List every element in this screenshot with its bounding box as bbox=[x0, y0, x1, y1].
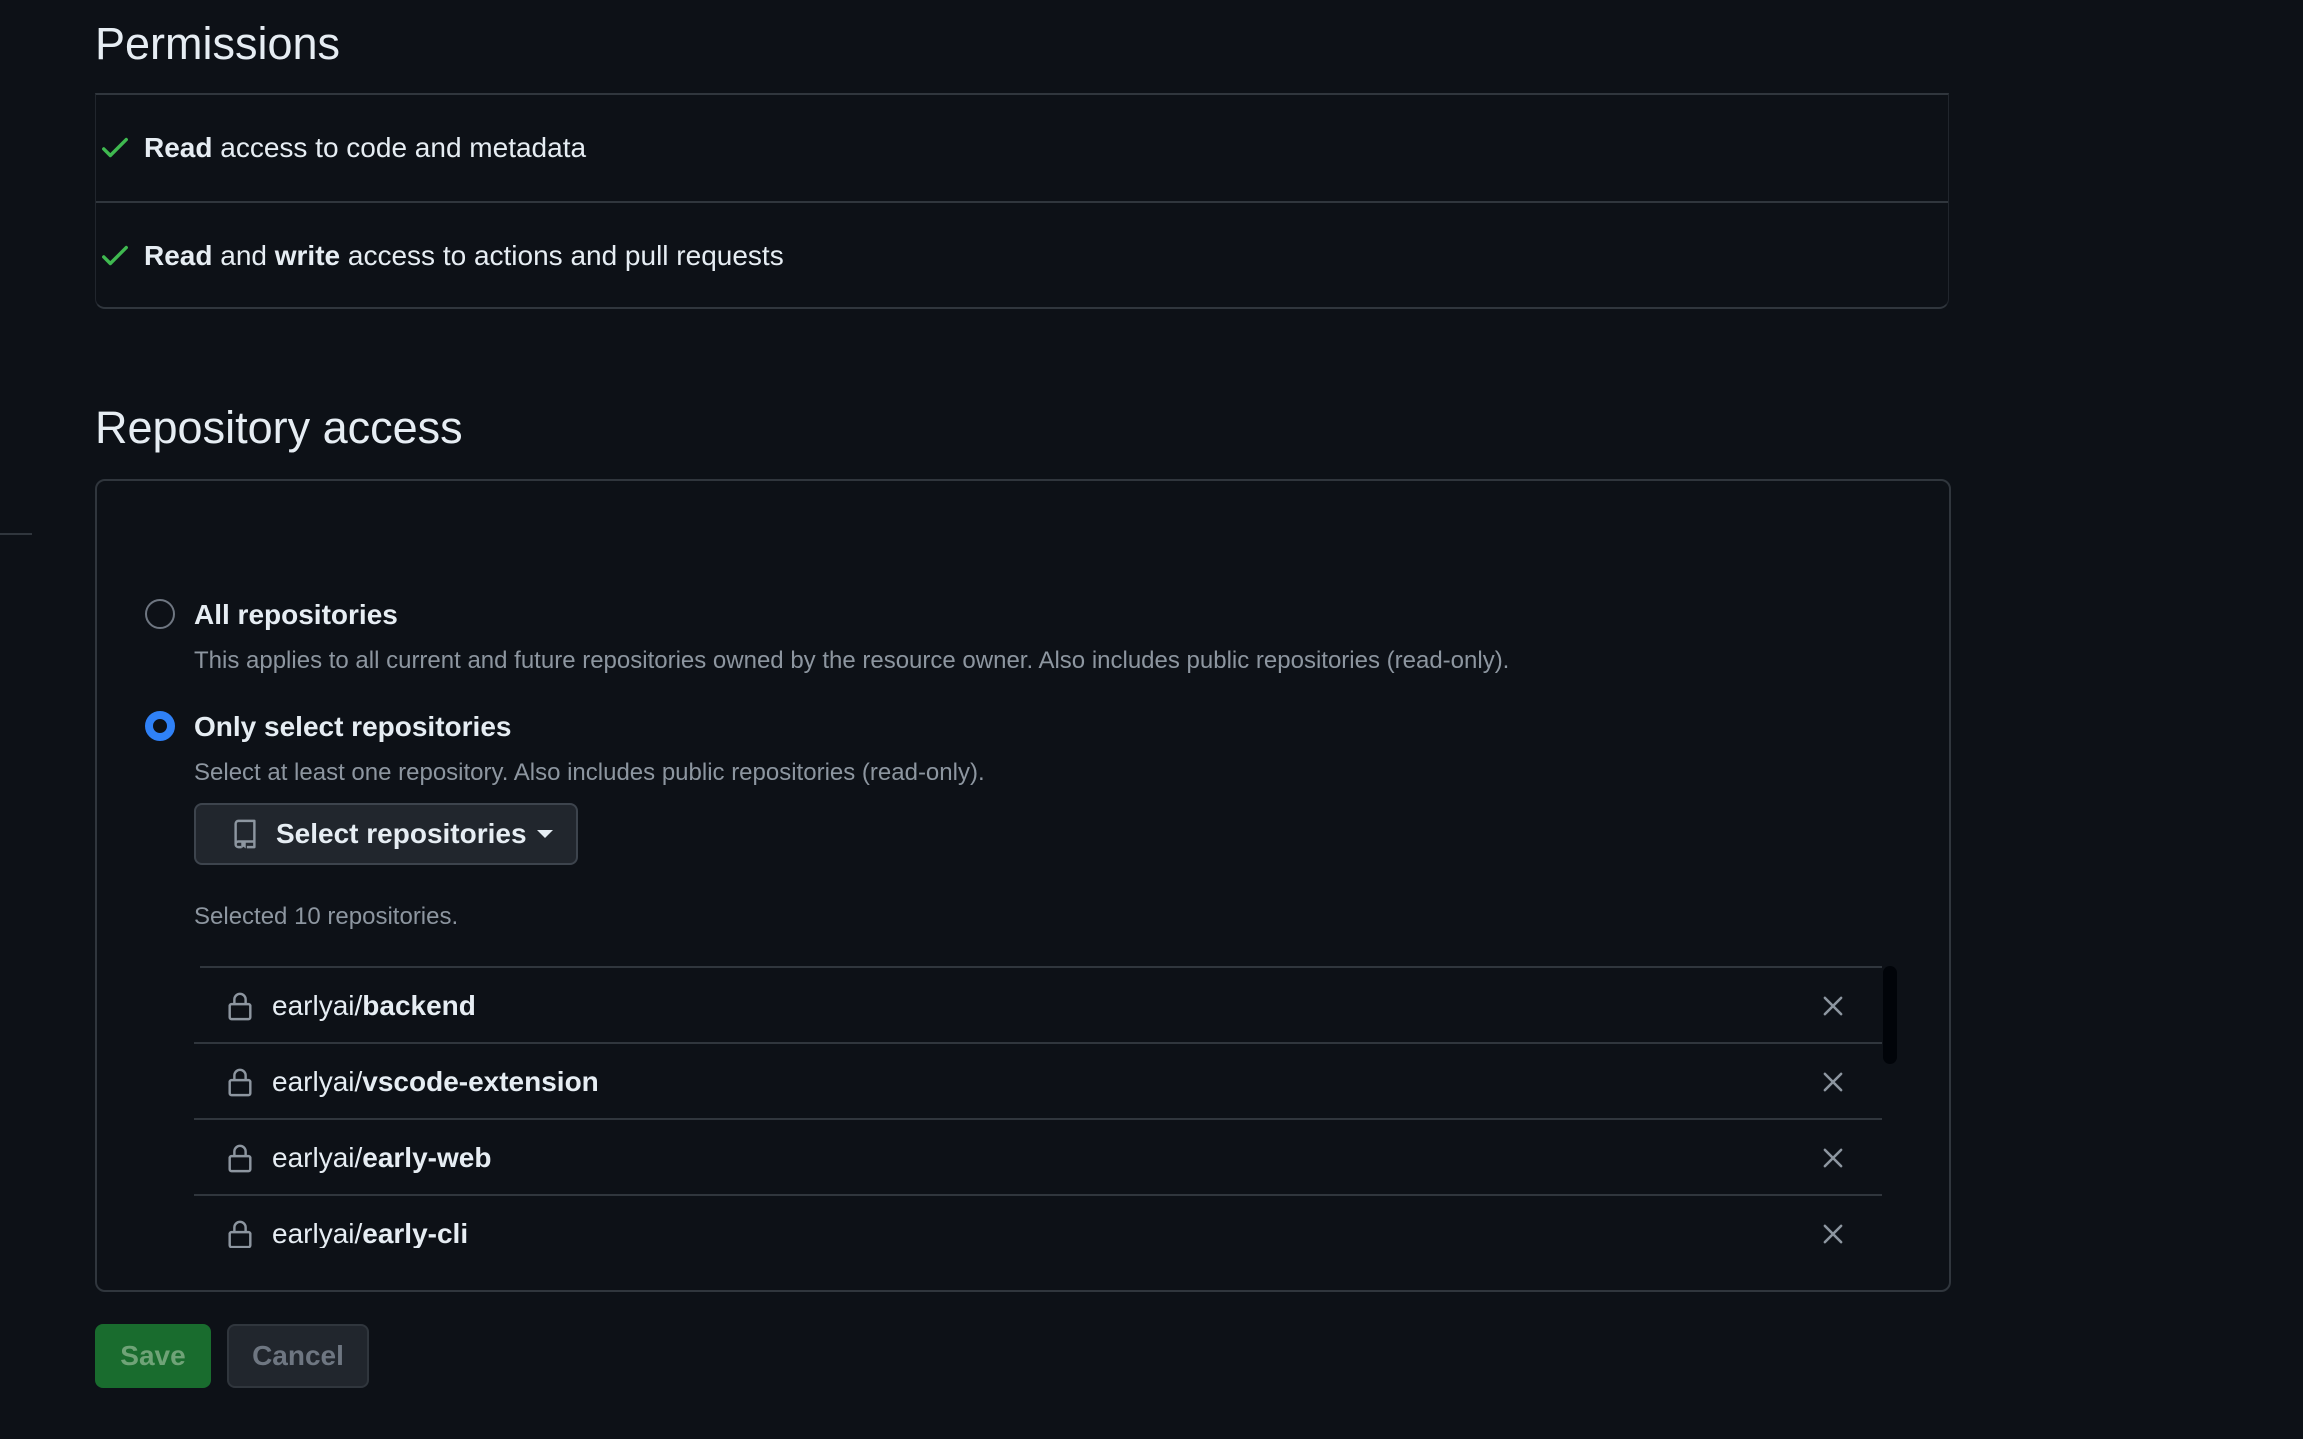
list-item: earlyai/vscode-extension bbox=[194, 1044, 1882, 1120]
option-label-all-repositories[interactable]: All repositories bbox=[194, 599, 398, 631]
check-icon bbox=[102, 245, 128, 266]
page: Permissions Read access to code and meta… bbox=[0, 0, 2303, 1439]
repository-access-box: All repositories This applies to all cur… bbox=[95, 479, 1951, 1292]
lock-icon bbox=[228, 1068, 252, 1097]
permissions-title: Permissions bbox=[95, 18, 341, 69]
select-repositories-label: Select repositories bbox=[276, 818, 527, 849]
lock-icon bbox=[228, 1220, 252, 1248]
select-repositories-button[interactable]: Select repositories bbox=[194, 803, 578, 865]
lock-icon bbox=[228, 1144, 252, 1173]
close-icon[interactable] bbox=[1820, 1069, 1846, 1095]
permission-item-read-code: Read access to code and metadata bbox=[96, 95, 1948, 203]
option-description-only-select-repositories: Select at least one repository. Also inc… bbox=[194, 759, 985, 786]
repo-name: earlyai/vscode-extension bbox=[272, 1066, 599, 1097]
option-description-all-repositories: This applies to all current and future r… bbox=[194, 647, 1510, 674]
left-divider bbox=[0, 533, 32, 535]
lock-icon bbox=[228, 992, 252, 1021]
radio-only-select-repositories[interactable] bbox=[145, 711, 175, 741]
list-item: earlyai/backend bbox=[194, 968, 1882, 1044]
close-icon[interactable] bbox=[1820, 1221, 1846, 1247]
list-scrollbar[interactable] bbox=[1883, 966, 1897, 1064]
permission-text: Read and write access to actions and pul… bbox=[144, 240, 784, 271]
close-icon[interactable] bbox=[1820, 993, 1846, 1019]
radio-all-repositories[interactable] bbox=[145, 599, 175, 629]
permission-text: Read access to code and metadata bbox=[144, 132, 587, 163]
close-icon[interactable] bbox=[1820, 1145, 1846, 1171]
list-item: earlyai/early-web bbox=[194, 1120, 1882, 1196]
option-label-only-select-repositories[interactable]: Only select repositories bbox=[194, 711, 511, 743]
repo-name: earlyai/early-cli bbox=[272, 1218, 469, 1248]
caret-down-icon bbox=[536, 830, 553, 838]
permissions-list: Read access to code and metadata Read an… bbox=[95, 93, 1949, 309]
save-button[interactable]: Save bbox=[95, 1324, 211, 1388]
repo-name: earlyai/backend bbox=[272, 990, 476, 1021]
repository-access-title: Repository access bbox=[95, 402, 463, 453]
check-icon bbox=[102, 137, 128, 158]
cancel-button[interactable]: Cancel bbox=[227, 1324, 369, 1388]
permission-item-read-write-actions: Read and write access to actions and pul… bbox=[96, 203, 1948, 309]
list-item: earlyai/early-cli bbox=[194, 1196, 1882, 1248]
selected-count: Selected 10 repositories. bbox=[194, 903, 459, 930]
repo-name: earlyai/early-web bbox=[272, 1142, 492, 1173]
repo-icon bbox=[234, 819, 256, 849]
selected-repositories-list[interactable]: earlyai/backend earlyai/vscode-extension… bbox=[194, 966, 1882, 1248]
